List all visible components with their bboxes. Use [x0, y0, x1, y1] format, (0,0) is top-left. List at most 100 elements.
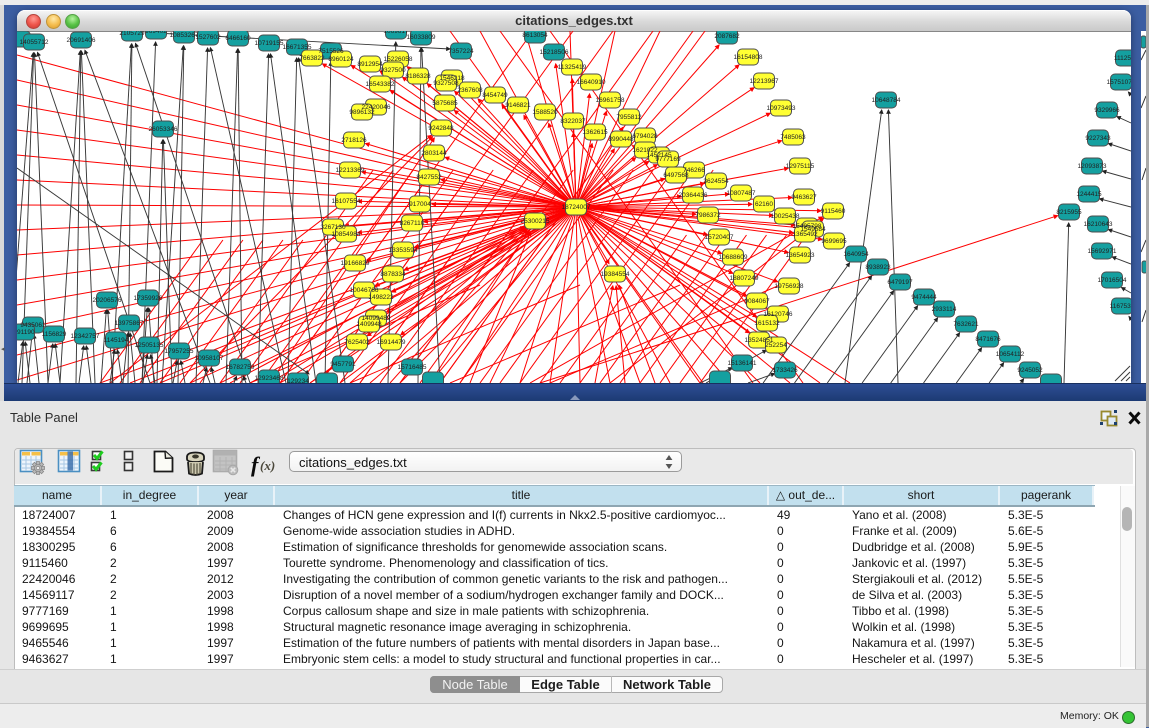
- svg-text:1156829: 1156829: [42, 331, 67, 338]
- svg-text:1244415: 1244415: [1076, 191, 1102, 198]
- svg-text:15716485: 15716485: [398, 364, 427, 371]
- svg-text:2718126: 2718126: [341, 137, 367, 144]
- svg-text:8878334: 8878334: [380, 271, 406, 278]
- svg-text:9463627: 9463627: [791, 194, 817, 201]
- svg-text:25300215: 25300215: [521, 218, 550, 225]
- svg-text:16120746: 16120746: [764, 311, 793, 318]
- svg-text:8215955: 8215955: [1056, 209, 1082, 216]
- svg-text:10648784: 10648784: [872, 97, 901, 104]
- svg-text:2367608: 2367608: [457, 87, 483, 94]
- svg-text:10654112: 10654112: [996, 351, 1025, 358]
- svg-text:10719155: 10719155: [255, 40, 284, 47]
- svg-text:8912954: 8912954: [357, 61, 383, 68]
- svg-text:8990448: 8990448: [608, 136, 634, 143]
- svg-text:9242848: 9242848: [428, 125, 454, 132]
- svg-text:1167533: 1167533: [1110, 303, 1131, 310]
- svg-text:1588520: 1588520: [532, 109, 558, 116]
- svg-text:15136141: 15136141: [728, 360, 757, 367]
- svg-text:(x): (x): [260, 458, 275, 473]
- svg-text:10958107: 10958107: [195, 355, 224, 362]
- svg-text:7515526: 7515526: [318, 48, 344, 55]
- svg-text:10973493: 10973493: [767, 105, 796, 112]
- svg-text:6466160: 6466160: [225, 35, 251, 42]
- svg-text:16671355: 16671355: [283, 44, 312, 51]
- svg-text:13353594: 13353594: [389, 247, 418, 254]
- svg-text:7485063: 7485063: [780, 134, 806, 141]
- svg-text:9227343: 9227343: [1085, 135, 1111, 142]
- svg-text:8471676: 8471676: [975, 336, 1001, 343]
- svg-text:9329966: 9329966: [1094, 107, 1120, 114]
- svg-text:12342757: 12342757: [71, 333, 100, 340]
- svg-text:1615132: 1615132: [754, 320, 780, 327]
- svg-text:19384554: 19384554: [601, 271, 630, 278]
- svg-text:10807487: 10807487: [727, 190, 756, 197]
- svg-text:20364436: 20364436: [679, 192, 708, 199]
- svg-text:2803144: 2803144: [421, 150, 447, 157]
- svg-text:10025438: 10025438: [771, 213, 800, 220]
- svg-text:1527602: 1527602: [195, 34, 221, 41]
- svg-text:16640910: 16640910: [577, 79, 606, 86]
- svg-text:11325419: 11325419: [558, 64, 587, 71]
- svg-text:1365492: 1365492: [792, 231, 818, 238]
- svg-text:6479197: 6479197: [887, 279, 913, 286]
- svg-text:16543382: 16543382: [366, 81, 395, 88]
- svg-text:14055712: 14055712: [20, 39, 49, 46]
- svg-text:17016504: 17016504: [1098, 277, 1127, 284]
- svg-text:9245052: 9245052: [1017, 367, 1043, 374]
- svg-text:9699695: 9699695: [821, 238, 847, 245]
- svg-text:12505135: 12505135: [135, 342, 164, 349]
- svg-text:252254: 252254: [765, 342, 787, 349]
- svg-text:1733426: 1733426: [772, 367, 798, 374]
- svg-text:7986372: 7986372: [695, 212, 721, 219]
- svg-text:8186328: 8186328: [405, 73, 431, 80]
- svg-text:17359926: 17359926: [134, 295, 163, 302]
- svg-text:8938923: 8938923: [865, 264, 891, 271]
- svg-text:8322037: 8322037: [560, 118, 586, 125]
- svg-text:16033809: 16033809: [407, 34, 436, 41]
- svg-text:3267130: 3267130: [320, 224, 346, 231]
- svg-text:10854984: 10854984: [332, 231, 361, 238]
- svg-text:9327500: 9327500: [380, 67, 406, 74]
- svg-text:13654923: 13654923: [786, 252, 815, 259]
- svg-text:1409948: 1409948: [356, 321, 382, 328]
- svg-text:8613054: 8613054: [522, 32, 548, 39]
- svg-text:12975115: 12975115: [786, 163, 815, 170]
- svg-text:17957255: 17957255: [165, 348, 194, 355]
- svg-text:8454749: 8454749: [482, 92, 508, 99]
- svg-text:2087682: 2087682: [714, 33, 740, 40]
- svg-text:10688609: 10688609: [719, 254, 748, 261]
- svg-text:16154808: 16154808: [734, 54, 763, 61]
- svg-text:9115460: 9115460: [821, 208, 846, 215]
- svg-text:917004: 917004: [409, 201, 431, 208]
- svg-text:10046766: 10046766: [350, 287, 379, 294]
- svg-text:19756928: 19756928: [775, 283, 804, 290]
- svg-text:12923468: 12923468: [255, 375, 284, 382]
- svg-text:15692971: 15692971: [1088, 248, 1117, 255]
- svg-text:7955812: 7955812: [616, 114, 642, 121]
- svg-text:12213967: 12213967: [750, 78, 779, 85]
- svg-text:1112576: 1112576: [1114, 55, 1131, 62]
- svg-text:6497568: 6497568: [663, 172, 689, 179]
- svg-text:9084067: 9084067: [744, 298, 770, 305]
- svg-text:26053346: 26053346: [149, 126, 178, 133]
- svg-text:1362615: 1362615: [582, 129, 608, 136]
- svg-text:6794028: 6794028: [632, 133, 658, 140]
- svg-text:9777169: 9777169: [655, 156, 681, 163]
- svg-text:16107554: 16107554: [332, 198, 361, 205]
- svg-text:9327508: 9327508: [433, 80, 459, 87]
- svg-text:16914479: 16914479: [377, 339, 406, 346]
- svg-text:2105729: 2105729: [119, 31, 145, 37]
- svg-text:9457791: 9457791: [330, 361, 356, 368]
- svg-text:13975867: 13975867: [115, 320, 144, 327]
- svg-text:20691406: 20691406: [67, 37, 96, 44]
- svg-text:2933114: 2933114: [932, 306, 957, 313]
- svg-text:15751074: 15751074: [1107, 79, 1131, 86]
- svg-text:7625402: 7625402: [344, 339, 370, 346]
- svg-text:1069617: 1069617: [383, 31, 409, 35]
- svg-text:62160: 62160: [755, 201, 773, 208]
- svg-text:15226058: 15226058: [384, 56, 413, 63]
- svg-text:15218506: 15218506: [540, 49, 569, 56]
- svg-text:9146821: 9146821: [505, 102, 531, 109]
- svg-text:20206576: 20206576: [93, 297, 122, 304]
- svg-text:7357224: 7357224: [448, 48, 474, 55]
